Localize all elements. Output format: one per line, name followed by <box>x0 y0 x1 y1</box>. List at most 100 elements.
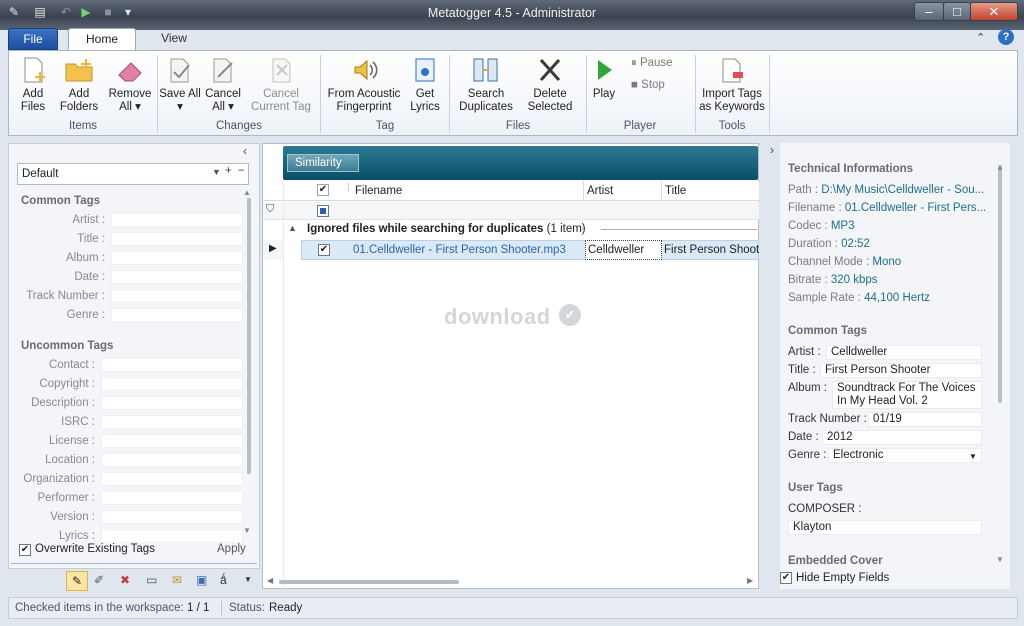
minimize-button[interactable]: – <box>914 2 944 21</box>
stop-button[interactable]: ■ Stop <box>631 79 665 91</box>
tag-field[interactable] <box>101 472 243 486</box>
duplicates-group-header[interactable]: Ignored files while searching for duplic… <box>307 223 586 235</box>
composer-field[interactable]: Klayton <box>788 520 982 535</box>
add-folders-button[interactable]: Add Folders <box>55 53 103 114</box>
tag-editor-icon[interactable]: ✎ <box>66 571 88 591</box>
collapse-left-icon[interactable]: ‹ <box>243 144 247 158</box>
add-preset-icon[interactable]: + <box>225 165 232 177</box>
tag-field[interactable] <box>111 213 243 227</box>
date-field[interactable]: 2012 <box>822 430 982 445</box>
column-title[interactable]: Title <box>665 185 686 197</box>
column-header-row: ✔ ⁞ Filename Artist Title <box>263 181 759 201</box>
script-icon[interactable]: ✉ <box>172 573 182 587</box>
album-field[interactable]: Soundtrack For The Voices In My Head Vol.… <box>832 381 982 409</box>
similarity-group-chip[interactable]: Similarity <box>287 154 359 172</box>
apply-button[interactable]: Apply <box>217 543 246 555</box>
cancel-all-button[interactable]: Cancel All ▾ <box>201 53 245 114</box>
tag-field[interactable] <box>111 251 243 265</box>
tag-field[interactable] <box>101 396 243 410</box>
ribbon-separator <box>695 55 696 133</box>
select-all-checkbox[interactable]: ✔ <box>317 184 329 196</box>
tag-field[interactable] <box>111 232 243 246</box>
scroll-right-icon[interactable]: ▶ <box>747 576 753 585</box>
clear-icon[interactable]: ✖ <box>120 573 130 587</box>
ribbon-separator <box>449 55 450 133</box>
table-row[interactable]: ✔ 01.Celldweller - First Person Shooter.… <box>301 240 759 260</box>
filter-checkbox[interactable] <box>317 205 329 217</box>
path-label: Path : D:\My Music\Celldweller - Sou... <box>788 184 985 196</box>
scroll-down-icon[interactable]: ▼ <box>996 555 1004 564</box>
search-duplicates-button[interactable]: Search Duplicates <box>453 53 519 114</box>
tag-label: License : <box>48 435 95 447</box>
tab-home[interactable]: Home <box>68 28 136 50</box>
left-scrollbar-thumb[interactable] <box>247 198 251 474</box>
scroll-left-icon[interactable]: ◀ <box>267 576 273 585</box>
track-number-field[interactable]: 01/19 <box>868 412 982 427</box>
keyboard-icon[interactable]: ▭ <box>146 573 157 587</box>
preset-select[interactable]: Default ▼ + − <box>17 163 249 185</box>
save-all-button[interactable]: Save All ▾ <box>159 53 201 114</box>
spellcheck-icon[interactable]: ǻ <box>220 573 227 587</box>
delete-selected-button[interactable]: Delete Selected <box>519 53 581 114</box>
tag-field[interactable] <box>101 510 243 524</box>
tag-field[interactable] <box>101 434 243 448</box>
tag-field[interactable] <box>111 308 243 322</box>
pause-button[interactable]: ⏸ Pause <box>631 57 673 70</box>
tab-view[interactable]: View <box>148 28 200 50</box>
row-checkbox[interactable]: ✔ <box>318 244 330 256</box>
row-artist[interactable]: Celldweller <box>585 240 662 260</box>
import-tags-as-keywords-button[interactable]: Import Tags as Keywords <box>697 53 767 114</box>
duration-value: 02:52 <box>841 238 870 250</box>
row-title[interactable]: First Person Shoot <box>664 244 759 256</box>
add-files-button[interactable]: Add Files <box>11 53 55 114</box>
collapse-ribbon-icon[interactable]: ⌃ <box>976 31 985 44</box>
tab-file[interactable]: File <box>8 28 58 50</box>
maximize-button[interactable]: □ <box>943 2 971 21</box>
column-filename[interactable]: Filename <box>355 185 402 197</box>
tag-field[interactable] <box>101 377 243 391</box>
scroll-up-icon[interactable]: ▲ <box>996 163 1004 172</box>
bitrate-label: Bitrate : 320 kbps <box>788 274 878 286</box>
help-icon[interactable]: ? <box>998 29 1014 45</box>
title-field[interactable]: First Person Shooter <box>820 363 982 378</box>
expand-right-icon[interactable]: › <box>770 143 774 157</box>
codec-value: MP3 <box>830 220 855 232</box>
import-icon <box>722 58 743 83</box>
tag-field[interactable] <box>111 270 243 284</box>
scroll-down-icon[interactable]: ▼ <box>243 526 251 535</box>
tag-field[interactable] <box>101 358 243 372</box>
collapse-group-icon[interactable]: ▲ <box>288 223 297 233</box>
close-button[interactable]: ✕ <box>970 2 1018 21</box>
overwrite-checkbox[interactable]: ✔ <box>19 544 31 556</box>
title-bar: ✎ ▤ ↶ ▶ ■ ▾ Metatogger 4.5 - Administrat… <box>0 0 1024 30</box>
tag-field[interactable] <box>101 453 243 467</box>
remove-preset-icon[interactable]: − <box>238 165 245 177</box>
brush-icon[interactable]: ✐ <box>94 573 104 587</box>
play-button[interactable]: Play <box>589 53 619 101</box>
hide-empty-checkbox[interactable]: ✔ <box>780 572 792 584</box>
column-artist[interactable]: Artist <box>587 185 613 197</box>
right-scrollbar-thumb[interactable] <box>998 165 1002 403</box>
artist-field[interactable]: Celldweller <box>826 345 982 360</box>
horizontal-scrollbar-thumb[interactable] <box>279 580 459 584</box>
tag-field[interactable] <box>111 289 243 303</box>
tag-field[interactable] <box>101 491 243 505</box>
genre-select[interactable]: Electronic ▼ <box>828 448 982 463</box>
tag-label: Location : <box>45 454 95 466</box>
duplicates-icon <box>473 58 498 82</box>
cancel-current-tag-button[interactable]: Cancel Current Tag <box>247 53 315 114</box>
left-scrollbar[interactable] <box>247 198 251 474</box>
tag-field[interactable] <box>101 415 243 429</box>
duration-label: Duration : 02:52 <box>788 238 870 250</box>
tag-field[interactable] <box>101 529 243 543</box>
cover-icon[interactable]: ▣ <box>196 573 207 587</box>
path-value: D:\My Music\Celldweller - Sou... <box>821 184 985 196</box>
filter-icon[interactable]: ⛉ <box>266 203 274 216</box>
codec-label: Codec : MP3 <box>788 220 855 232</box>
scroll-up-icon[interactable]: ▲ <box>243 188 251 197</box>
from-acoustic-fingerprint-button[interactable]: From Acoustic Fingerprint <box>323 53 405 114</box>
chevron-down-icon[interactable]: ▼ <box>244 575 252 584</box>
row-filename[interactable]: 01.Celldweller - First Person Shooter.mp… <box>353 244 566 256</box>
get-lyrics-button[interactable]: Get Lyrics <box>407 53 443 114</box>
remove-all-button[interactable]: Remove All ▾ <box>105 53 155 114</box>
